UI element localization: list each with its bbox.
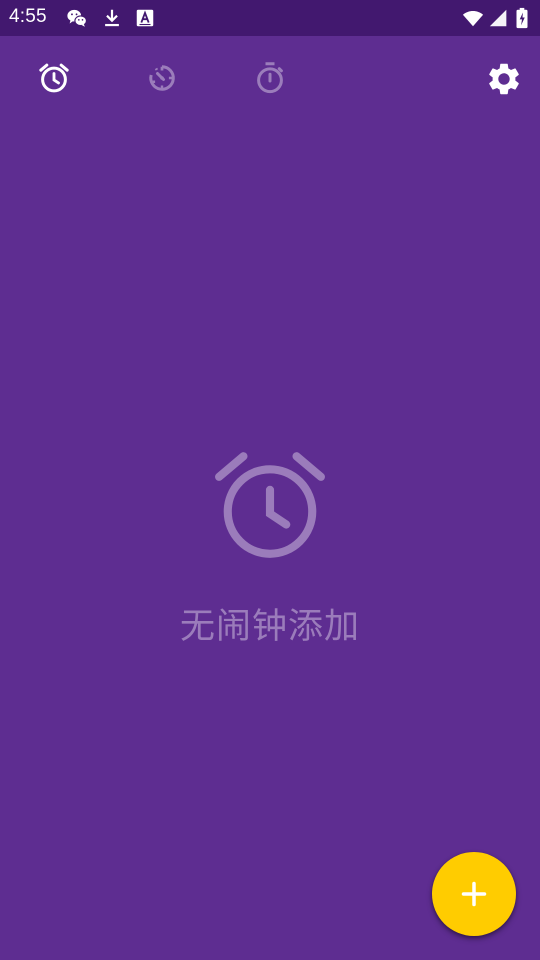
- alarm-screen: 4:55 无闹钟添加: [0, 0, 540, 960]
- clock-dial-icon: [144, 60, 180, 96]
- alarm-clock-icon: [205, 440, 335, 570]
- wifi-icon: [461, 7, 485, 29]
- plus-icon: [461, 881, 487, 907]
- download-icon: [101, 7, 123, 29]
- cellular-signal-icon: [488, 7, 510, 29]
- battery-charging-icon: [514, 7, 530, 29]
- alarm-clock-icon: [36, 60, 72, 96]
- stopwatch-icon: [252, 60, 288, 96]
- text-a-icon: [134, 7, 156, 29]
- gear-icon: [485, 60, 523, 98]
- add-alarm-button[interactable]: [432, 852, 516, 936]
- empty-state-message: 无闹钟添加: [179, 607, 360, 647]
- status-bar: 4:55: [0, 0, 540, 36]
- settings-button[interactable]: [485, 60, 523, 98]
- tab-clock[interactable]: [144, 60, 180, 96]
- toolbar: [0, 36, 540, 120]
- wechat-icon: [66, 7, 88, 29]
- status-time: 4:55: [9, 6, 47, 27]
- empty-state: 无闹钟添加: [0, 440, 540, 649]
- tab-alarm[interactable]: [36, 60, 72, 96]
- tab-stopwatch[interactable]: [252, 60, 288, 96]
